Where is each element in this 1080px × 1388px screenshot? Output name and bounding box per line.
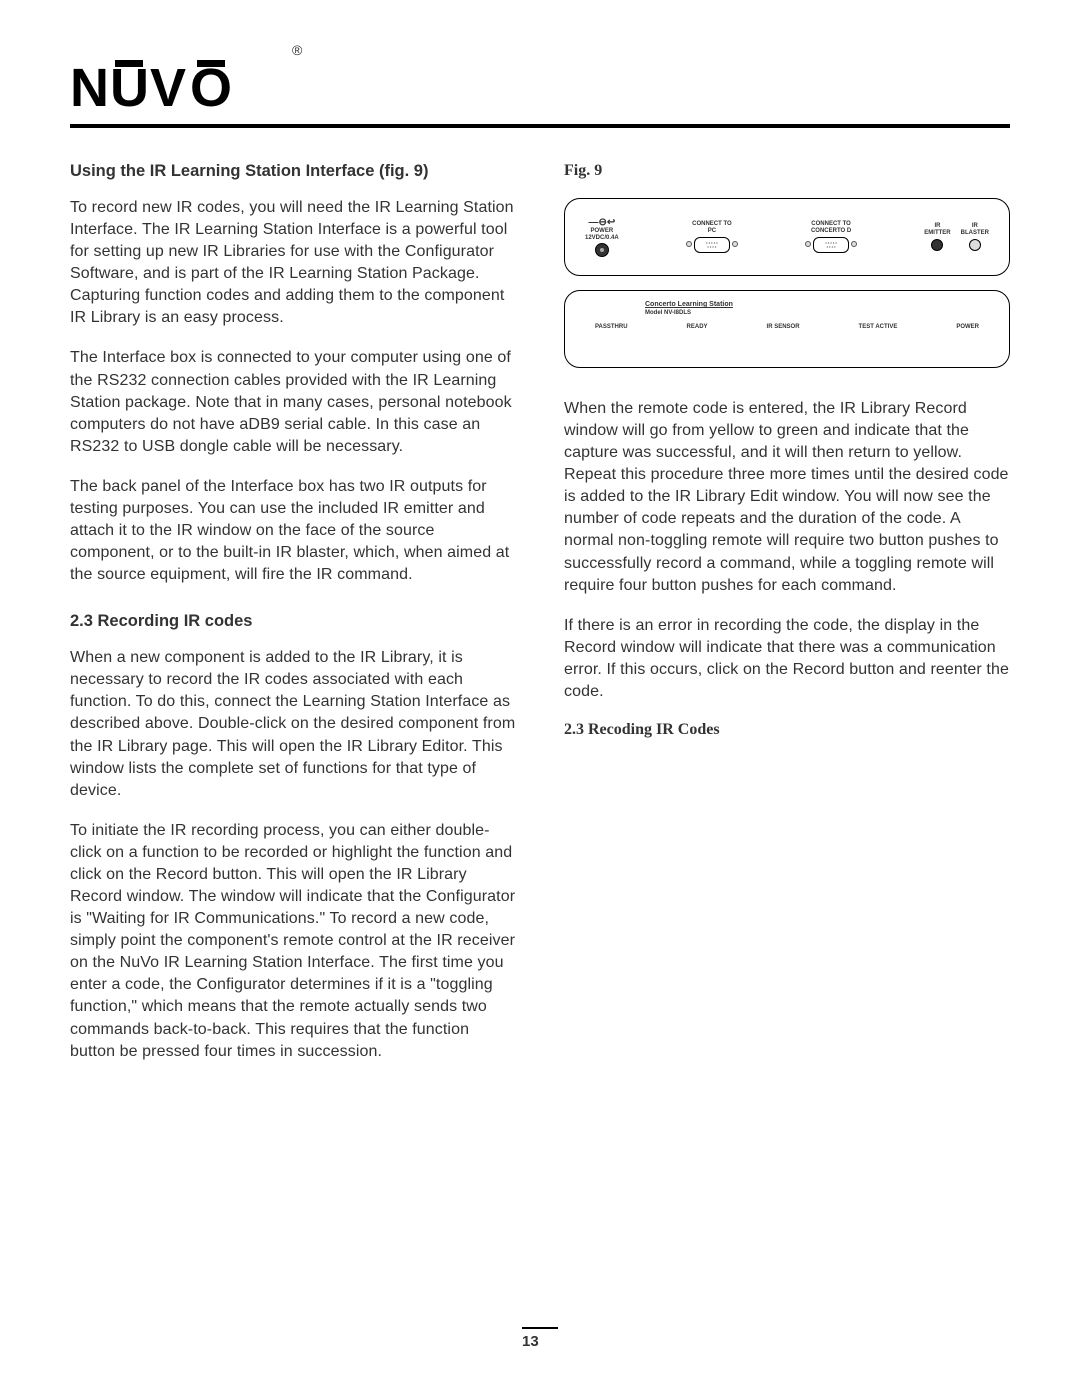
serial-port-icon [694, 237, 730, 253]
power-arrow-icon: —⊖↩ [588, 217, 615, 228]
ir-jack-icon [931, 239, 943, 251]
ir-blaster-port: IR BLASTER [961, 223, 989, 250]
subsection-heading: 2.3 Recording IR codes [70, 612, 516, 631]
svg-text:O: O [190, 60, 230, 116]
section-heading: Using the IR Learning Station Interface … [70, 162, 516, 181]
figure-label: Fig. 9 [564, 162, 1010, 180]
paragraph: The Interface box is connected to your c… [70, 347, 516, 457]
svg-text:N: N [70, 60, 107, 116]
power-jack-icon [595, 243, 609, 257]
device-front-panel: Concerto Learning Station Model NV-I8DLS… [564, 290, 1010, 368]
paragraph: If there is an error in recording the co… [564, 615, 1010, 703]
power-port: —⊖↩ POWER 12VDC/0.4A [585, 217, 619, 257]
concerto-label: CONNECT TO CONCERTO D [811, 221, 851, 234]
nuvo-logo-svg: N U V O [70, 60, 290, 116]
blaster-label: IR BLASTER [961, 223, 989, 236]
ready-label: READY [687, 324, 708, 330]
pc-port: CONNECT TO PC [686, 221, 738, 252]
serif-heading: 2.3 Recoding IR Codes [564, 721, 1010, 739]
svg-text:U: U [110, 60, 147, 116]
device-model: Model NV-I8DLS [645, 310, 989, 316]
power-label: POWER 12VDC/0.4A [585, 228, 619, 241]
screw-icon [686, 241, 692, 247]
ir-emitter-port: IR EMITTER [924, 223, 950, 250]
serial-port-icon [813, 237, 849, 253]
paragraph: To record new IR codes, you will need th… [70, 197, 516, 329]
logo-text: N U V O [70, 60, 290, 116]
power-led-label: POWER [956, 324, 979, 330]
right-column: Fig. 9 —⊖↩ POWER 12VDC/0.4A CONNECT TO P… [564, 162, 1010, 1081]
test-label: TEST ACTIVE [859, 324, 898, 330]
svg-text:V: V [150, 60, 186, 116]
sensor-label: IR SENSOR [767, 324, 800, 330]
ir-jack-icon [969, 239, 981, 251]
figure-diagram: —⊖↩ POWER 12VDC/0.4A CONNECT TO PC CONNE… [564, 198, 1010, 368]
paragraph: The back panel of the Interface box has … [70, 476, 516, 586]
paragraph: When the remote code is entered, the IR … [564, 398, 1010, 597]
pc-label: CONNECT TO PC [692, 221, 732, 234]
header-bar: N U V O ® [70, 60, 1010, 128]
page-number: 13 [522, 1327, 558, 1351]
brand-logo: N U V O ® [70, 60, 1010, 116]
left-column: Using the IR Learning Station Interface … [70, 162, 516, 1081]
device-title: Concerto Learning Station [645, 301, 989, 308]
emitter-label: IR EMITTER [924, 223, 950, 236]
screw-icon [732, 241, 738, 247]
concerto-port: CONNECT TO CONCERTO D [805, 221, 857, 252]
screw-icon [851, 241, 857, 247]
registered-mark: ® [292, 42, 302, 58]
device-back-panel: —⊖↩ POWER 12VDC/0.4A CONNECT TO PC CONNE… [564, 198, 1010, 276]
passthru-label: PASSTHRU [595, 324, 628, 330]
paragraph: To initiate the IR recording process, yo… [70, 820, 516, 1063]
content-columns: Using the IR Learning Station Interface … [70, 162, 1010, 1081]
screw-icon [805, 241, 811, 247]
front-labels-row: PASSTHRU READY IR SENSOR TEST ACTIVE POW… [585, 324, 989, 330]
paragraph: When a new component is added to the IR … [70, 647, 516, 802]
